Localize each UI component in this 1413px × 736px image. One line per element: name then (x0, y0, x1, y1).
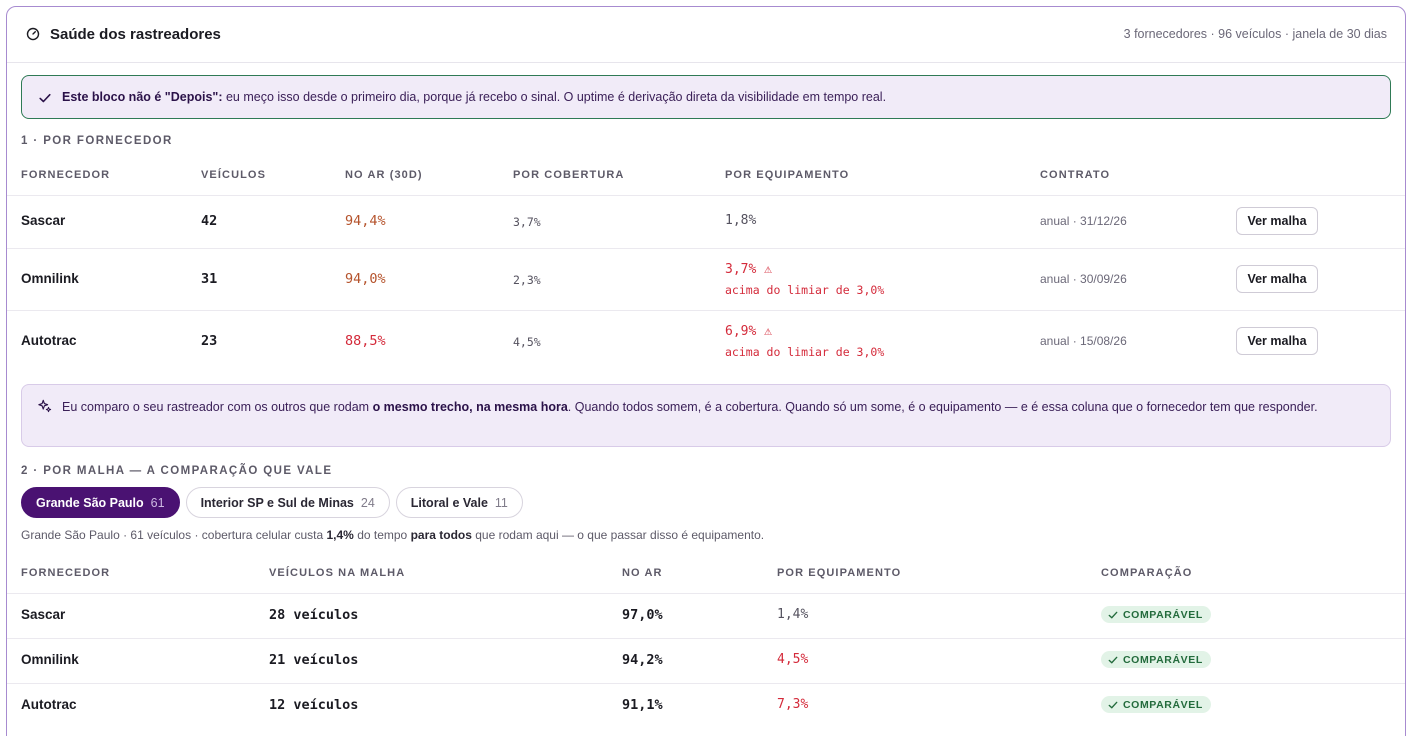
threshold-warning: acima do limiar de 3,0% (725, 283, 885, 297)
card-header: Saúde dos rastreadores 3 fornecedores · … (7, 7, 1405, 63)
provider-name: Autotrac (21, 697, 77, 712)
check-icon (1108, 656, 1118, 663)
equipment-value: 6,9% ⚠ (725, 324, 772, 339)
contract-info: anual · 15/08/26 (1040, 334, 1127, 348)
col-header-comparison: COMPARAÇÃO (1101, 567, 1193, 579)
coverage-value: 4,5% (513, 335, 541, 349)
vehicle-count: 42 (201, 213, 218, 229)
equipment-value: 4,5% (777, 652, 809, 667)
view-mesh-button[interactable]: Ver malha (1236, 207, 1318, 235)
comparable-badge: COMPARÁVEL (1101, 696, 1211, 713)
comparable-badge: COMPARÁVEL (1101, 651, 1211, 668)
mesh-tabs: Grande São Paulo 61 Interior SP e Sul de… (21, 487, 523, 518)
vehicle-count: 31 (201, 271, 218, 287)
provider-name: Omnilink (21, 271, 79, 286)
uptime-value: 94,0% (345, 271, 386, 287)
mesh-vehicle-count: 12 veículos (269, 697, 359, 713)
mesh-caption: Grande São Paulo · 61 veículos · cobertu… (21, 528, 764, 542)
comparable-badge: COMPARÁVEL (1101, 606, 1211, 623)
row-divider (7, 683, 1405, 684)
provider-name: Sascar (21, 607, 66, 622)
col-header-provider: FORNECEDOR (21, 169, 111, 181)
tab-grande-sao-paulo[interactable]: Grande São Paulo 61 (21, 487, 180, 518)
uptime-value: 94,4% (345, 213, 386, 229)
col-header-vehicles: VEÍCULOS (201, 169, 267, 181)
coverage-value: 2,3% (513, 273, 541, 287)
tab-count: 61 (150, 495, 165, 510)
info-text-strong: o mesmo trecho, na mesma hora (372, 400, 568, 414)
uptime-value: 88,5% (345, 333, 386, 349)
tracker-health-card: Saúde dos rastreadores 3 fornecedores · … (6, 6, 1406, 736)
caption-mid: do tempo (353, 528, 411, 542)
caption-post: que rodam aqui — o que passar disso é eq… (471, 528, 765, 542)
tab-interior-sp-sul-de-minas[interactable]: Interior SP e Sul de Minas 24 (185, 487, 390, 518)
check-icon (1108, 611, 1118, 618)
view-mesh-button[interactable]: Ver malha (1236, 327, 1318, 355)
info-text: Eu comparo o seu rastreador com os outro… (62, 398, 1372, 417)
caption-pre: Grande São Paulo · 61 veículos · cobertu… (21, 528, 327, 542)
page-title: Saúde dos rastreadores (50, 26, 221, 43)
tab-count: 11 (494, 495, 508, 510)
col-header-uptime: NO AR (30D) (345, 169, 423, 181)
row-divider (7, 248, 1405, 249)
col-header-contract: CONTRATO (1040, 169, 1111, 181)
badge-label: COMPARÁVEL (1123, 653, 1203, 666)
col-header-equipment: POR EQUIPAMENTO (725, 169, 850, 181)
row-divider (7, 638, 1405, 639)
header-meta: 3 fornecedores · 96 veículos · janela de… (1123, 27, 1387, 41)
col-header-mesh-vehicles: VEÍCULOS NA MALHA (269, 567, 406, 579)
notice-text: Este bloco não é "Depois": eu meço isso … (62, 90, 886, 104)
sparkles-icon (38, 399, 52, 413)
badge-label: COMPARÁVEL (1123, 698, 1203, 711)
contract-info: anual · 31/12/26 (1040, 214, 1127, 228)
tab-label: Grande São Paulo (36, 495, 144, 510)
equipment-value: 1,8% (725, 213, 757, 228)
mesh-vehicle-count: 28 veículos (269, 607, 359, 623)
check-icon (1108, 701, 1118, 708)
uptime-value: 94,2% (622, 652, 663, 668)
comparison-info-box: Eu comparo o seu rastreador com os outro… (21, 384, 1391, 447)
col-header-coverage: POR COBERTURA (513, 169, 625, 181)
threshold-warning: acima do limiar de 3,0% (725, 345, 885, 359)
tab-litoral-e-vale[interactable]: Litoral e Vale 11 (395, 487, 523, 518)
equipment-value: 1,4% (777, 607, 809, 622)
info-text-post: . Quando todos somem, é a cobertura. Qua… (567, 400, 1318, 414)
info-text-pre: Eu comparo o seu rastreador com os outro… (62, 400, 373, 414)
view-mesh-button[interactable]: Ver malha (1236, 265, 1318, 293)
gauge-icon (26, 27, 40, 41)
coverage-value: 3,7% (513, 215, 541, 229)
check-icon (39, 93, 51, 103)
caption-strong-all: para todos (410, 528, 472, 542)
section-title-by-provider: 1 · POR FORNECEDOR (21, 135, 173, 147)
section-title-by-mesh: 2 · POR MALHA — A COMPARAÇÃO QUE VALE (21, 465, 333, 477)
uptime-value: 97,0% (622, 607, 663, 623)
tab-label: Litoral e Vale (410, 495, 488, 510)
row-divider (7, 593, 1405, 594)
provider-name: Sascar (21, 213, 66, 228)
contract-info: anual · 30/09/26 (1040, 272, 1127, 286)
col-header-uptime: NO AR (622, 567, 663, 579)
col-header-equipment: POR EQUIPAMENTO (777, 567, 902, 579)
tab-label: Interior SP e Sul de Minas (200, 495, 354, 510)
provider-name: Omnilink (21, 652, 79, 667)
caption-strong-coverage: 1,4% (326, 528, 354, 542)
badge-label: COMPARÁVEL (1123, 608, 1203, 621)
col-header-provider: FORNECEDOR (21, 567, 111, 579)
notice-banner: Este bloco não é "Depois": eu meço isso … (21, 75, 1391, 119)
provider-name: Autotrac (21, 333, 77, 348)
notice-body: eu meço isso desde o primeiro dia, porqu… (222, 90, 887, 104)
equipment-value: 7,3% (777, 697, 809, 712)
uptime-value: 91,1% (622, 697, 663, 713)
equipment-value: 3,7% ⚠ (725, 262, 772, 277)
vehicle-count: 23 (201, 333, 218, 349)
row-divider (7, 310, 1405, 311)
row-divider (7, 195, 1405, 196)
notice-strong: Este bloco não é "Depois": (62, 90, 223, 104)
mesh-vehicle-count: 21 veículos (269, 652, 359, 668)
tab-count: 24 (360, 495, 375, 510)
